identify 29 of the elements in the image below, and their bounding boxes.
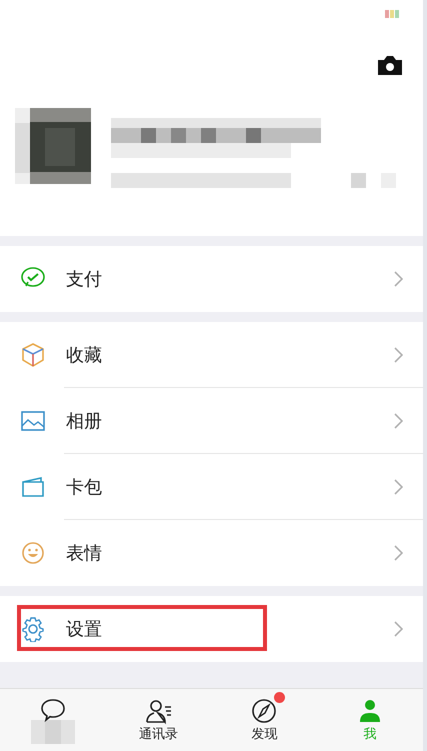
menu-item[interactable]: 设置 xyxy=(0,596,423,662)
tab-item[interactable]: 通讯录 xyxy=(106,689,212,751)
settings-icon xyxy=(20,616,46,642)
menu-item[interactable]: 支付 xyxy=(0,246,423,312)
status-icon xyxy=(385,10,399,18)
smiley-icon xyxy=(20,540,46,566)
chevron-icon xyxy=(394,413,403,429)
image-icon xyxy=(20,408,46,434)
menu-label: 设置 xyxy=(66,618,103,641)
person-icon xyxy=(144,697,174,725)
chevron-icon xyxy=(394,545,403,561)
menu-item[interactable]: 表情 xyxy=(0,520,423,586)
chevron-icon xyxy=(394,347,403,363)
card-icon xyxy=(20,474,46,500)
menu-item[interactable]: 收藏 xyxy=(0,322,423,388)
menu-label: 卡包 xyxy=(66,476,103,499)
redacted-label-drawing xyxy=(30,720,75,744)
menu-label: 收藏 xyxy=(66,344,103,367)
menu-label: 表情 xyxy=(66,542,103,565)
menu-label: 支付 xyxy=(66,268,103,291)
camera-icon xyxy=(377,54,403,76)
tab-item[interactable]: 发现 xyxy=(212,689,318,751)
chevron-icon xyxy=(394,271,403,287)
menu-item[interactable]: 卡包 xyxy=(0,454,423,520)
chevron-icon xyxy=(394,479,403,495)
menu-label: 相册 xyxy=(66,410,103,433)
chevron-icon xyxy=(394,621,403,637)
cube-icon xyxy=(20,342,46,368)
menu-item[interactable]: 相册 xyxy=(0,388,423,454)
